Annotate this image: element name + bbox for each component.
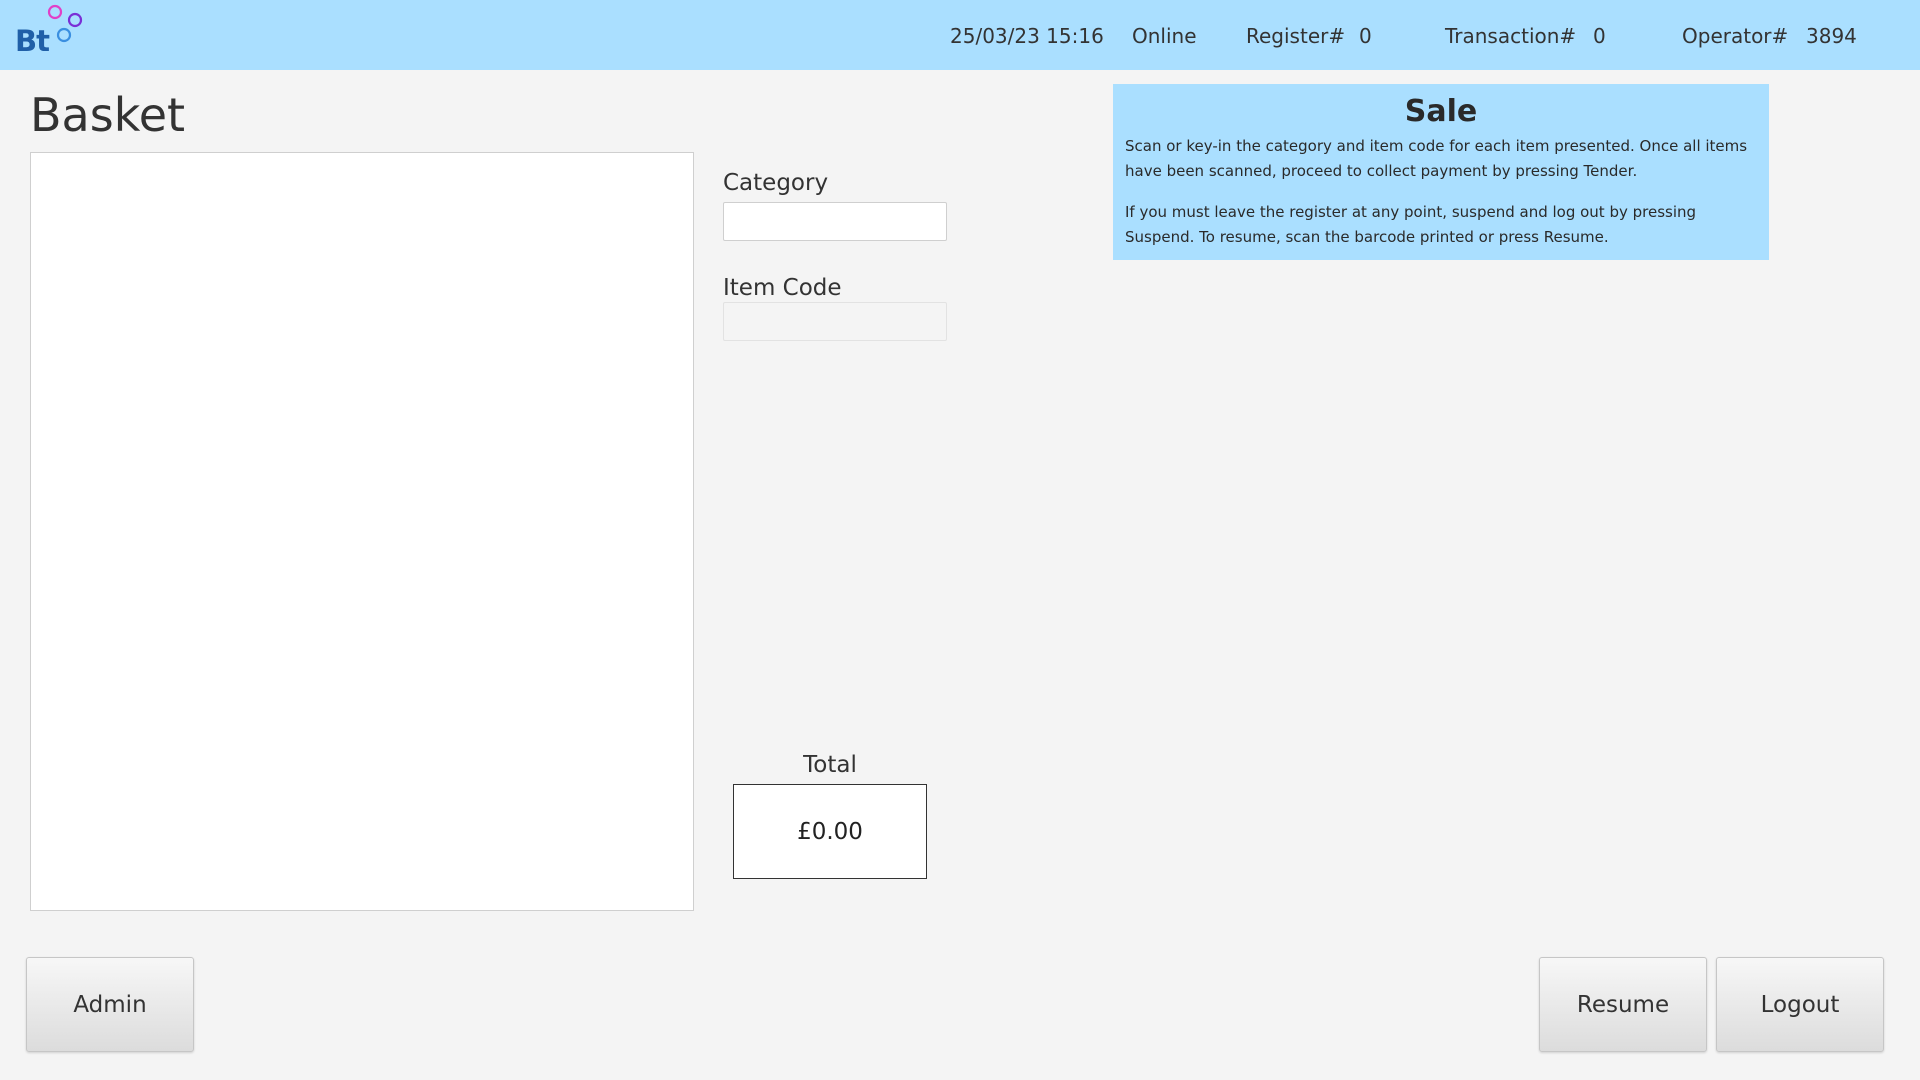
total-value: £0.00 bbox=[797, 818, 863, 845]
transaction-value: 0 bbox=[1593, 24, 1606, 48]
total-label: Total bbox=[803, 752, 857, 778]
app-logo: Bt bbox=[12, 2, 92, 64]
info-title: Sale bbox=[1404, 94, 1478, 129]
logout-button[interactable]: Logout bbox=[1716, 957, 1884, 1052]
info-paragraph-1: Scan or key-in the category and item cod… bbox=[1125, 137, 1748, 180]
info-panel: Sale Scan or key-in the category and ite… bbox=[1113, 84, 1769, 260]
register-value: 0 bbox=[1359, 24, 1372, 48]
connection-status: Online bbox=[1132, 24, 1197, 48]
logo-text: Bt bbox=[15, 24, 50, 58]
category-label: Category bbox=[723, 170, 829, 196]
operator-label: Operator# bbox=[1682, 24, 1789, 48]
info-paragraph-2: If you must leave the register at any po… bbox=[1125, 203, 1697, 246]
register-label: Register# bbox=[1246, 24, 1346, 48]
category-input[interactable] bbox=[723, 202, 947, 241]
total-display: £0.00 bbox=[733, 784, 927, 879]
datetime-display: 25/03/23 15:16 bbox=[950, 24, 1104, 48]
top-status-bar: Bt 25/03/23 15:16 Online Register# 0 Tra… bbox=[0, 0, 1920, 70]
page-title: Basket bbox=[30, 88, 186, 142]
operator-value: 3894 bbox=[1806, 24, 1857, 48]
admin-button[interactable]: Admin bbox=[26, 957, 194, 1052]
resume-button[interactable]: Resume bbox=[1539, 957, 1707, 1052]
item-code-label: Item Code bbox=[723, 275, 842, 301]
basket-list[interactable] bbox=[30, 152, 694, 911]
item-code-input[interactable] bbox=[723, 302, 947, 341]
transaction-label: Transaction# bbox=[1445, 24, 1577, 48]
